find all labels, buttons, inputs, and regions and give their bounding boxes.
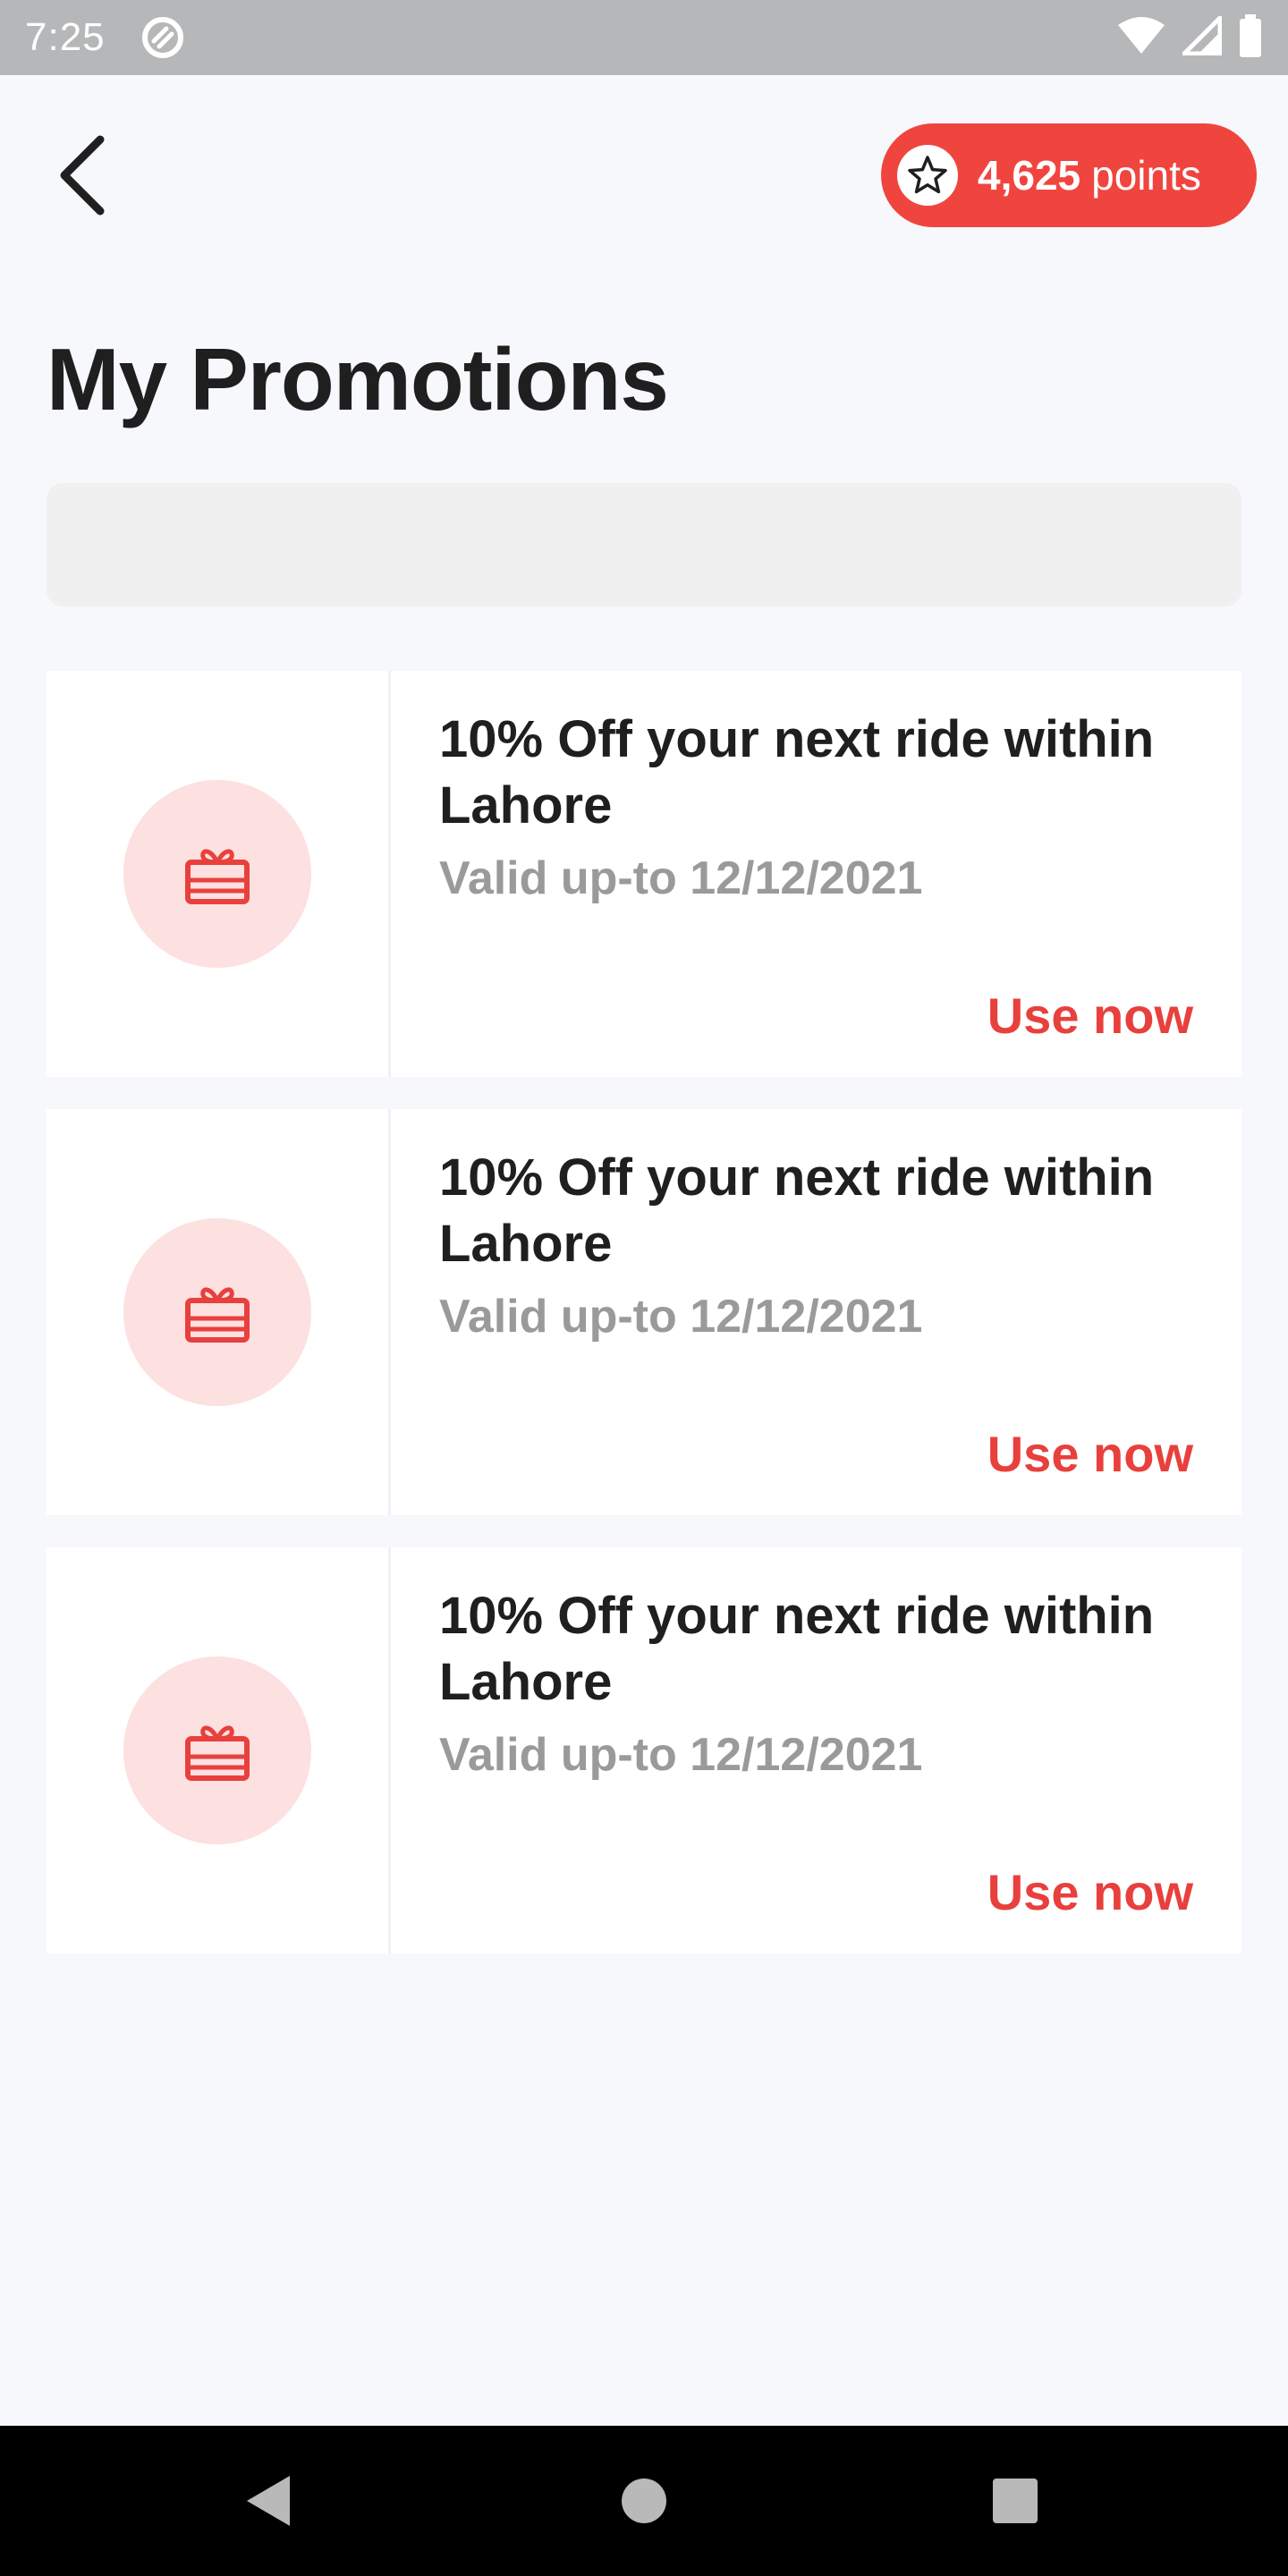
use-now-button[interactable]: Use now: [987, 987, 1193, 1045]
status-time: 7:25: [25, 15, 106, 59]
nav-back-button[interactable]: [215, 2447, 322, 2555]
star-icon: [897, 145, 958, 206]
promotion-icon-badge: [123, 780, 311, 968]
search-input[interactable]: [47, 483, 1241, 606]
promotion-card[interactable]: 10% Off your next ride within Lahore Val…: [47, 671, 1241, 1077]
promotions-screen: 7:25 4,625 points My Promotions 10% Off …: [0, 0, 1288, 2576]
nav-recents-icon: [993, 2479, 1038, 2523]
promotion-icon-panel: [47, 671, 391, 1077]
app-notification-icon: [140, 13, 190, 63]
promotion-details: 10% Off your next ride within Lahore Val…: [391, 671, 1241, 1077]
promotion-icon-badge: [123, 1218, 311, 1406]
page-title: My Promotions: [47, 330, 669, 428]
promotion-details: 10% Off your next ride within Lahore Val…: [391, 1109, 1241, 1515]
nav-home-button[interactable]: [590, 2447, 698, 2555]
nav-home-icon: [622, 2479, 666, 2523]
promotion-title: 10% Off your next ride within Lahore: [439, 1148, 1155, 1273]
chevron-left-icon: [60, 135, 105, 216]
use-now-button[interactable]: Use now: [987, 1863, 1193, 1921]
gift-card-icon: [185, 1287, 250, 1343]
promotion-validity: Valid up-to 12/12/2021: [439, 852, 923, 904]
gift-card-icon: [185, 849, 250, 904]
promotion-validity: Valid up-to 12/12/2021: [439, 1291, 923, 1343]
system-navigation-bar: [0, 2426, 1288, 2576]
promotion-title: 10% Off your next ride within Lahore: [439, 1587, 1155, 1711]
promotion-card[interactable]: 10% Off your next ride within Lahore Val…: [47, 1547, 1241, 1953]
promotion-icon-panel: [47, 1109, 391, 1515]
status-indicators: [1116, 12, 1263, 62]
promotion-details: 10% Off your next ride within Lahore Val…: [391, 1547, 1241, 1953]
nav-recents-button[interactable]: [962, 2447, 1069, 2555]
back-button[interactable]: [39, 132, 125, 218]
nav-back-icon: [247, 2476, 290, 2526]
promotion-icon-badge: [123, 1657, 311, 1844]
points-value: 4,625: [978, 152, 1081, 199]
promotion-validity: Valid up-to 12/12/2021: [439, 1729, 923, 1781]
gift-card-icon: [185, 1725, 250, 1781]
promotion-card[interactable]: 10% Off your next ride within Lahore Val…: [47, 1109, 1241, 1515]
points-balance-button[interactable]: 4,625 points: [881, 123, 1257, 227]
wifi-icon: [1116, 16, 1166, 60]
promotion-title: 10% Off your next ride within Lahore: [439, 710, 1155, 835]
status-bar: 7:25: [0, 0, 1288, 75]
battery-icon: [1238, 13, 1263, 62]
use-now-button[interactable]: Use now: [987, 1425, 1193, 1483]
promotion-icon-panel: [47, 1547, 391, 1953]
signal-icon: [1178, 12, 1223, 60]
points-unit: points: [1091, 152, 1201, 199]
